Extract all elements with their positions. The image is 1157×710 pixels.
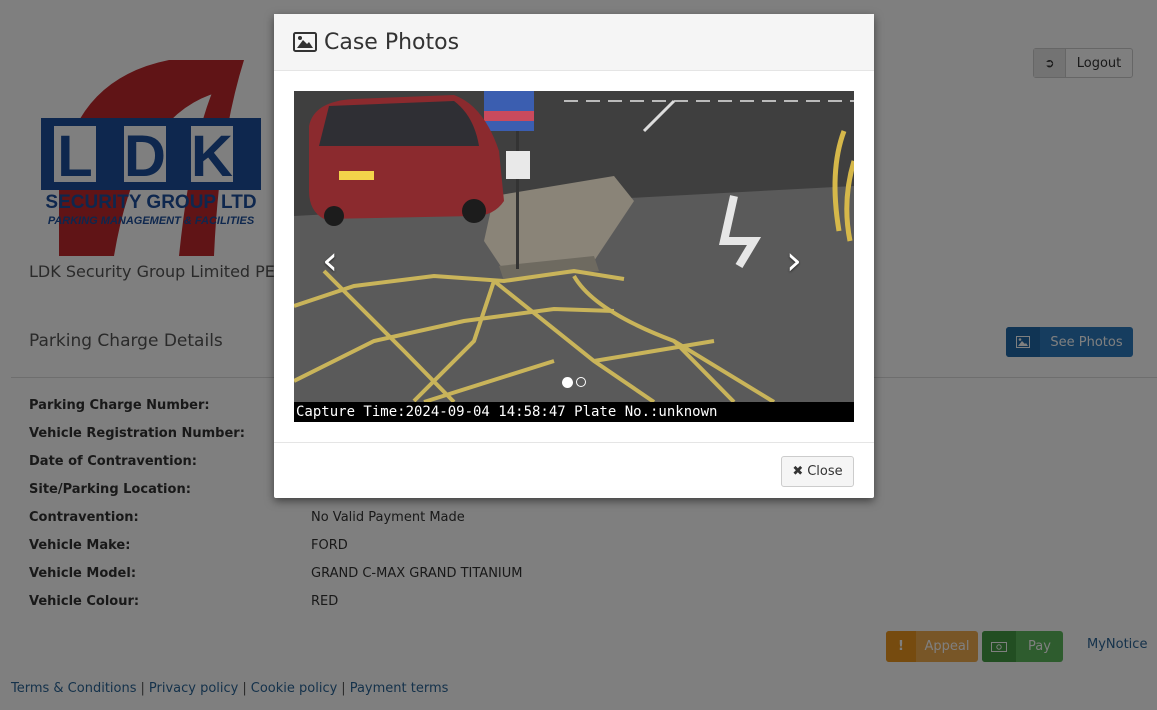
next-slide-icon[interactable]: › xyxy=(786,241,802,281)
case-photos-modal: Case Photos ‹ › Capture Time:2024-09-04 … xyxy=(274,14,874,498)
close-label: Close xyxy=(807,464,843,479)
picture-icon xyxy=(293,32,317,52)
photo-carousel: ‹ › Capture Time:2024-09-04 14:58:47 Pla… xyxy=(294,91,854,422)
slide-indicator-2[interactable] xyxy=(576,377,586,387)
close-icon: ✖ xyxy=(792,464,804,479)
modal-footer: ✖ Close xyxy=(274,442,874,498)
prev-slide-icon[interactable]: ‹ xyxy=(322,241,338,281)
close-button[interactable]: ✖ Close xyxy=(781,456,854,487)
case-photo xyxy=(294,91,854,422)
photo-caption: Capture Time:2024-09-04 14:58:47 Plate N… xyxy=(294,402,854,422)
modal-title: Case Photos xyxy=(324,29,460,55)
carousel-indicators xyxy=(562,377,586,388)
slide-indicator-1[interactable] xyxy=(562,377,573,388)
modal-header: Case Photos xyxy=(274,14,874,71)
